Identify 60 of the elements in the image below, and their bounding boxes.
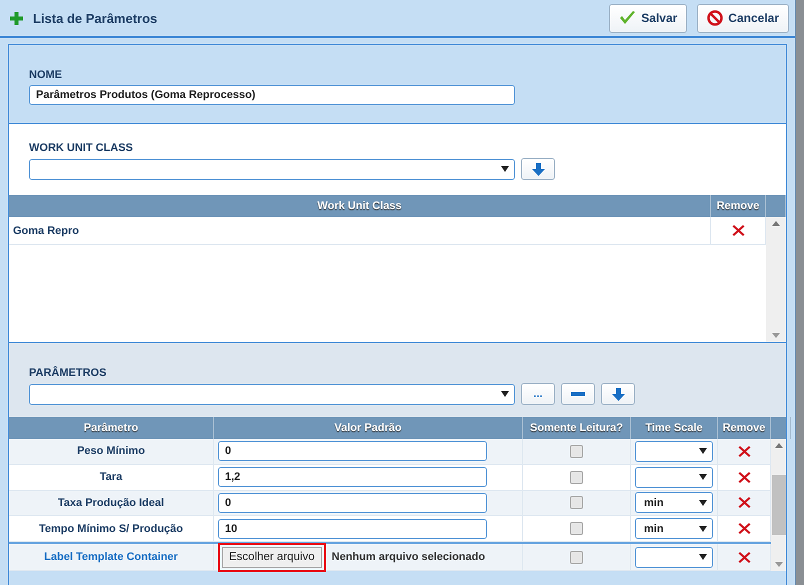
file-status: Nenhum arquivo selecionado [332, 551, 486, 563]
no-entry-icon [707, 10, 724, 26]
name-input-field[interactable]: Parâmetros Produtos (Goma Reprocesso) [29, 85, 515, 105]
time-scale-select[interactable] [635, 466, 713, 488]
checkmark-icon [619, 11, 636, 25]
checkbox[interactable] [570, 496, 583, 510]
checkbox[interactable] [570, 470, 583, 484]
scroll-up-icon[interactable] [774, 443, 782, 448]
caret-icon [699, 500, 707, 506]
time-scale-select[interactable]: min [635, 492, 713, 514]
caret-icon [699, 554, 707, 560]
save-button[interactable]: Salvar [609, 4, 688, 32]
scroll-down-icon[interactable] [772, 333, 780, 338]
remove-button[interactable] [561, 383, 595, 405]
value-input-field[interactable]: 0 [218, 492, 487, 513]
time-scale-select[interactable] [635, 440, 713, 462]
caret-icon [501, 166, 509, 172]
work-unit-class-select[interactable] [29, 158, 515, 180]
window-title: Lista de Parâmetros [33, 10, 158, 26]
parameter-name: Label Template Container [43, 551, 179, 563]
plus-icon [10, 12, 23, 24]
parameter-name: Tara [98, 471, 124, 484]
down-arrow-icon [532, 162, 544, 176]
scroll-down-icon[interactable] [774, 562, 782, 567]
choose-file-button[interactable]: Escolher arquivo [222, 546, 322, 568]
parameter-name: Peso Mínimo [76, 445, 146, 458]
caret-icon [501, 391, 509, 397]
checkbox[interactable] [570, 522, 583, 536]
cancel-button[interactable]: Cancelar [697, 4, 789, 32]
caret-icon [699, 474, 707, 480]
add-button[interactable] [601, 383, 635, 405]
remove-icon[interactable] [738, 550, 750, 564]
field-label: PARÂMETROS [29, 367, 108, 379]
parameter-name: Tempo Mínimo S/ Produção [38, 522, 184, 535]
scrollbar[interactable] [771, 439, 786, 571]
parameter-name: Taxa Produção Ideal [56, 496, 166, 509]
remove-icon[interactable] [738, 522, 750, 536]
time-scale-select[interactable]: min [635, 518, 713, 540]
remove-icon[interactable] [732, 224, 744, 237]
value-input-field[interactable]: 10 [218, 518, 487, 539]
scrollbar[interactable] [766, 217, 786, 342]
checkbox[interactable] [570, 444, 583, 458]
parameter-select[interactable] [29, 384, 515, 404]
field-label: NOME [29, 69, 63, 81]
value-input-field[interactable]: 1,2 [218, 467, 487, 488]
caret-icon [699, 448, 707, 454]
add-button[interactable] [521, 158, 555, 180]
minus-icon [571, 392, 585, 396]
down-arrow-icon [612, 388, 624, 400]
time-scale-select[interactable] [635, 546, 713, 568]
caret-icon [699, 526, 707, 532]
value-input-field[interactable]: 0 [218, 441, 487, 462]
checkbox[interactable] [570, 550, 583, 564]
field-label: WORK UNIT CLASS [29, 142, 134, 154]
remove-icon[interactable] [738, 470, 750, 484]
more-button[interactable]: ... [521, 383, 555, 405]
scroll-up-icon[interactable] [772, 221, 780, 226]
remove-icon[interactable] [738, 444, 750, 458]
remove-icon[interactable] [738, 496, 750, 510]
table-cell: Goma Repro [13, 224, 80, 236]
